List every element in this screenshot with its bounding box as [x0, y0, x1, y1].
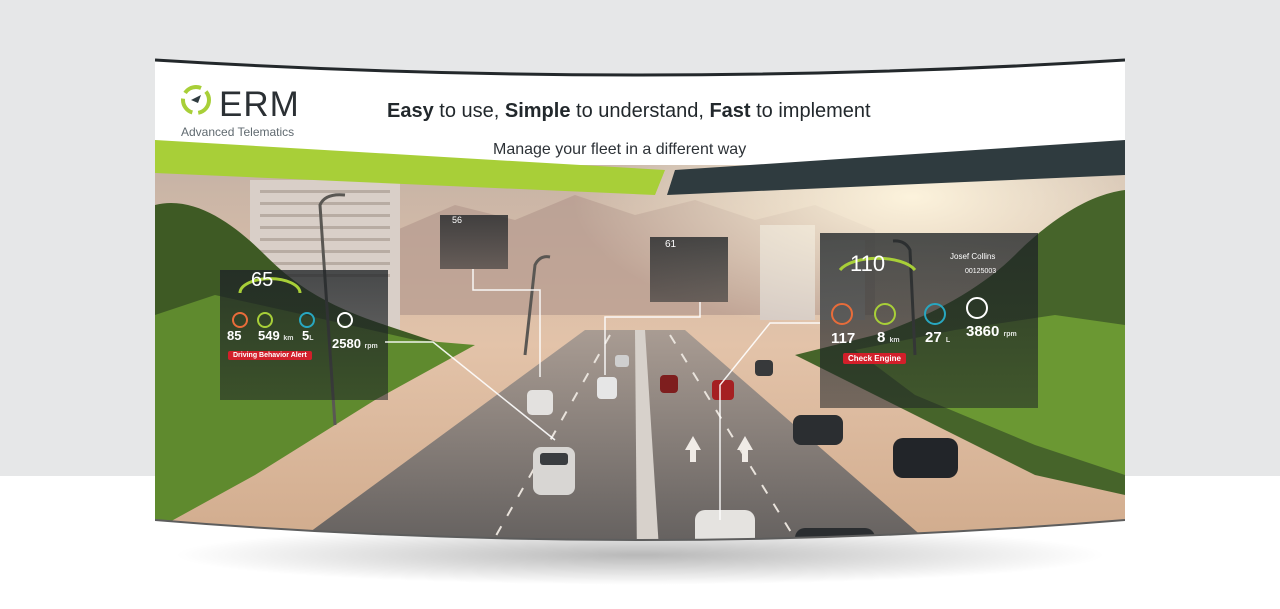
hud-right-id: 00125003: [965, 268, 997, 275]
banner-graphic: [155, 58, 1125, 541]
hud-right-speed: 110: [850, 251, 886, 276]
hud-left-temp: 85: [227, 328, 242, 343]
headline-simple: Simple: [504, 100, 571, 122]
hud-left-distance: 549 km: [258, 328, 294, 343]
brand-name: ERM: [219, 85, 300, 124]
subheadline: Manage your fleet in a different way: [493, 141, 747, 158]
headline: Easy to use, Simple to understand, Fast …: [387, 100, 871, 123]
hud-left-rpm: 2580 rpm: [332, 336, 378, 351]
brand-tagline: Advanced Telematics: [181, 125, 295, 139]
headline-easy: Easy: [387, 100, 434, 122]
headline-text-3: to implement: [750, 100, 871, 122]
headline-text-1: to use,: [433, 100, 505, 122]
hud-right-rpm: 3860 rpm: [966, 323, 1017, 340]
hud-left-alert: Driving Behavior Alert: [228, 351, 312, 360]
hud-top-mid-speed: 61: [665, 239, 677, 250]
hud-left-fuel: 5L: [302, 328, 314, 343]
headline-text-2: to understand,: [570, 100, 710, 122]
hud-right-temp: 117: [831, 330, 856, 347]
hud-left-speed: 65: [251, 269, 274, 291]
hud-right-fuel: 27 L: [925, 329, 951, 346]
curved-banner: ERM Advanced Telematics Easy to use, Sim…: [155, 55, 1125, 565]
hud-right-alert: Check Engine: [843, 353, 906, 364]
hud-right-driver: Josef Collins: [950, 252, 996, 261]
headline-fast: Fast: [709, 100, 751, 122]
hud-right-distance: 8 km: [877, 329, 900, 346]
hud-top-left-speed: 56: [452, 215, 463, 225]
